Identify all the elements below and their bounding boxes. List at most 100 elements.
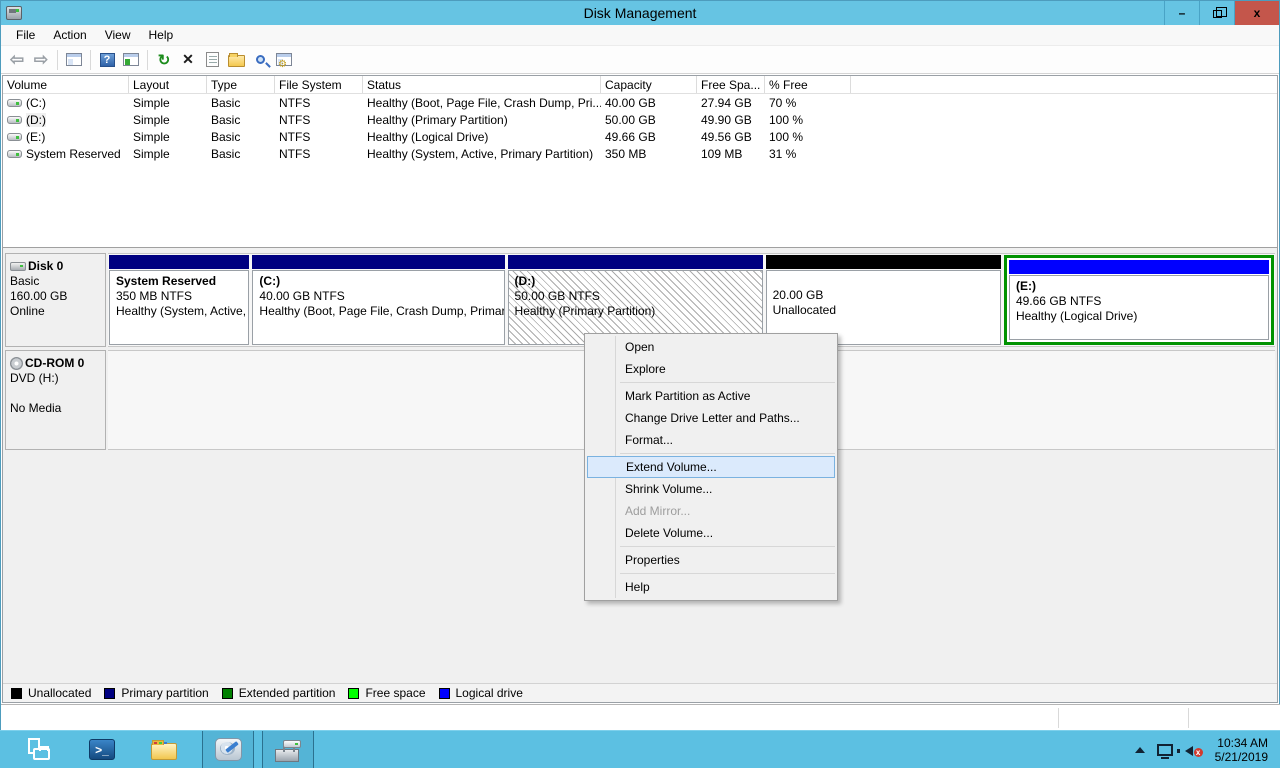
disk-editor-icon: [215, 738, 242, 761]
partition-d-selected[interactable]: (D:) 50.00 GB NTFS Healthy (Primary Part…: [508, 255, 763, 345]
show-console-tree-button[interactable]: [62, 49, 86, 71]
menu-view[interactable]: View: [96, 26, 140, 44]
taskbar-powershell-button[interactable]: >_: [76, 731, 128, 768]
partition-color-strip: [109, 255, 249, 269]
volume-muted-icon[interactable]: x: [1185, 743, 1203, 757]
partition-size: 49.66 GB NTFS: [1016, 294, 1262, 309]
titlebar[interactable]: Disk Management – x: [1, 1, 1279, 25]
search-icon: [256, 55, 265, 64]
toolbar: ⇦ ⇨ ? ↻ ✕: [1, 46, 1279, 74]
partition-name: (D:): [515, 274, 756, 289]
action-pane-button[interactable]: [119, 49, 143, 71]
forward-button[interactable]: ⇨: [29, 49, 53, 71]
find-button[interactable]: [248, 49, 272, 71]
volume-list: Volume Layout Type File System Status Ca…: [3, 76, 1277, 248]
column-header-pctfree[interactable]: % Free: [765, 76, 851, 93]
disk0-label[interactable]: Disk 0 Basic 160.00 GB Online: [5, 253, 106, 347]
partition-unallocated[interactable]: 20.00 GB Unallocated: [766, 255, 1001, 345]
menu-item-properties[interactable]: Properties: [587, 549, 835, 571]
column-header-layout[interactable]: Layout: [129, 76, 207, 93]
menu-action[interactable]: Action: [44, 26, 95, 44]
refresh-button[interactable]: ↻: [152, 49, 176, 71]
legend: Unallocated Primary partition Extended p…: [3, 683, 1277, 702]
volume-layout: Simple: [129, 147, 207, 161]
taskbar-file-explorer-button[interactable]: [138, 731, 190, 768]
partition-c[interactable]: (C:) 40.00 GB NTFS Healthy (Boot, Page F…: [252, 255, 504, 345]
disk-size: 160.00 GB: [10, 289, 101, 304]
column-header-freespace[interactable]: Free Spa...: [697, 76, 765, 93]
table-row[interactable]: (C:) Simple Basic NTFS Healthy (Boot, Pa…: [3, 94, 1277, 111]
partition-system-reserved[interactable]: System Reserved 350 MB NTFS Healthy (Sys…: [109, 255, 249, 345]
menu-file[interactable]: File: [7, 26, 44, 44]
file-explorer-icon: [151, 743, 177, 760]
column-header-capacity[interactable]: Capacity: [601, 76, 697, 93]
help-icon: ?: [100, 53, 115, 67]
partition-status: Healthy (System, Active, Primary Partiti…: [116, 304, 242, 319]
properties-button[interactable]: [200, 49, 224, 71]
volume-capacity: 40.00 GB: [601, 96, 697, 110]
toolbar-separator: [147, 50, 148, 70]
volume-layout: Simple: [129, 113, 207, 127]
volume-name: System Reserved: [26, 147, 121, 161]
volume-status: Healthy (System, Active, Primary Partiti…: [363, 147, 601, 161]
menu-item-add-mirror: Add Mirror...: [587, 500, 835, 522]
volume-pctfree: 100 %: [765, 113, 851, 127]
menu-item-mark-partition-active[interactable]: Mark Partition as Active: [587, 385, 835, 407]
partition-e-logical[interactable]: (E:) 49.66 GB NTFS Healthy (Logical Driv…: [1004, 255, 1274, 345]
cdrom-label[interactable]: CD-ROM 0 DVD (H:) No Media: [5, 350, 106, 450]
menu-separator: [620, 453, 835, 454]
cdrom-drive-letter: DVD (H:): [10, 371, 101, 386]
taskbar-server-manager-button[interactable]: [12, 731, 64, 768]
show-hidden-icons-button[interactable]: [1135, 747, 1145, 753]
legend-swatch: [104, 688, 115, 699]
menu-item-shrink-volume[interactable]: Shrink Volume...: [587, 478, 835, 500]
network-icon[interactable]: [1157, 744, 1173, 756]
table-row[interactable]: (D:) Simple Basic NTFS Healthy (Primary …: [3, 111, 1277, 128]
partition-name: (E:): [1016, 279, 1262, 294]
partition-size: 50.00 GB NTFS: [515, 289, 756, 304]
menu-separator: [620, 546, 835, 547]
menu-item-open[interactable]: Open: [587, 336, 835, 358]
back-arrow-icon: ⇦: [10, 51, 24, 68]
restore-button[interactable]: [1199, 1, 1234, 25]
disk-management-toolbox-icon: [275, 740, 301, 762]
partition-color-strip: [1009, 260, 1269, 274]
legend-swatch: [348, 688, 359, 699]
column-header-volume[interactable]: Volume: [3, 76, 129, 93]
back-button[interactable]: ⇦: [5, 49, 29, 71]
legend-swatch: [439, 688, 450, 699]
volume-name: (C:): [26, 96, 46, 110]
volume-icon: [7, 99, 22, 107]
options-button[interactable]: [272, 49, 296, 71]
menu-item-extend-volume[interactable]: Extend Volume...: [587, 456, 835, 478]
cdrom-icon: [10, 357, 23, 370]
volume-pctfree: 31 %: [765, 147, 851, 161]
column-header-status[interactable]: Status: [363, 76, 601, 93]
table-row[interactable]: System Reserved Simple Basic NTFS Health…: [3, 145, 1277, 162]
legend-label: Free space: [365, 686, 425, 700]
taskbar-disk-tool-button[interactable]: [202, 731, 254, 768]
legend-swatch: [222, 688, 233, 699]
column-header-filesystem[interactable]: File System: [275, 76, 363, 93]
statusbar-divider: [1188, 708, 1189, 728]
menu-help[interactable]: Help: [140, 26, 183, 44]
help-button[interactable]: ?: [95, 49, 119, 71]
menu-item-explore[interactable]: Explore: [587, 358, 835, 380]
open-button[interactable]: [224, 49, 248, 71]
partition-size: 40.00 GB NTFS: [259, 289, 497, 304]
menu-item-format[interactable]: Format...: [587, 429, 835, 451]
open-folder-icon: [228, 55, 245, 67]
delete-button[interactable]: ✕: [176, 49, 200, 71]
volume-capacity: 350 MB: [601, 147, 697, 161]
menu-item-help[interactable]: Help: [587, 576, 835, 598]
close-button[interactable]: x: [1234, 1, 1279, 25]
menu-item-change-drive-letter[interactable]: Change Drive Letter and Paths...: [587, 407, 835, 429]
taskbar-clock[interactable]: 10:34 AM 5/21/2019: [1215, 736, 1268, 764]
taskbar-disk-management-button[interactable]: [262, 731, 314, 768]
partition-size: 350 MB NTFS: [116, 289, 242, 304]
legend-swatch: [11, 688, 22, 699]
menu-item-delete-volume[interactable]: Delete Volume...: [587, 522, 835, 544]
column-header-type[interactable]: Type: [207, 76, 275, 93]
minimize-button[interactable]: –: [1164, 1, 1199, 25]
table-row[interactable]: (E:) Simple Basic NTFS Healthy (Logical …: [3, 128, 1277, 145]
